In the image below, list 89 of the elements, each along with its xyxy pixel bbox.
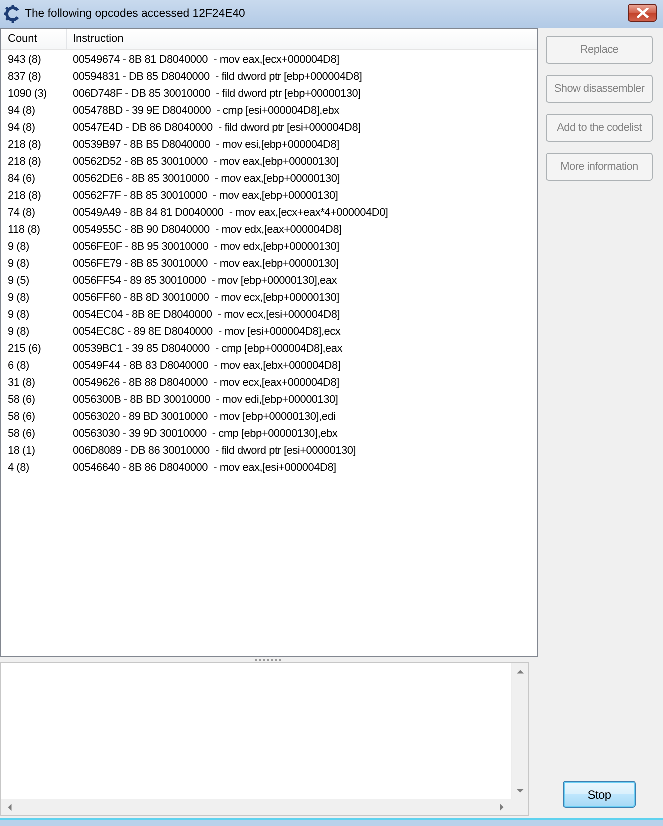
list-row[interactable]: 1090 (3) 006D748F - DB 85 30010000 - fild dword ptr [ebp+00000130] [1, 85, 537, 102]
list-row[interactable]: 84 (6) 00562DE6 - 8B 85 30010000 - mov eax,[ebp+00000130] [1, 170, 537, 187]
instruction-cell-text: 0056300B - 8B BD 30010000 - mov edi,[ebp+00000130] [72, 394, 338, 406]
list-row[interactable]: 837 (8) 00594831 - DB 85 D8040000 - fild dword ptr [ebp+000004D8] [1, 68, 537, 85]
list-row[interactable]: 9 (8) 0056FF60 - 8B 8D 30010000 - mov ecx,[ebp+00000130] [1, 289, 537, 306]
instruction-cell-text: 00594831 - DB 85 D8040000 - fild dword ptr [ebp+000004D8] [72, 70, 362, 82]
instruction-cell-text: 00539B97 - 8B B5 D8040000 - mov esi,[ebp+000004D8] [72, 138, 340, 150]
list-row[interactable]: 94 (8) 00547E4D - DB 86 D8040000 - fild dword ptr [esi+000004D8] [1, 119, 537, 136]
count-cell-text: 18 (1) [7, 444, 36, 456]
count-cell-text: 1090 (3) [7, 88, 48, 100]
right-arrow-icon [500, 804, 504, 810]
count-cell-text: 58 (6) [7, 428, 36, 440]
list-row[interactable]: 118 (8) 0054955C - 8B 90 D8040000 - mov edx,[eax+000004D8] [1, 221, 537, 238]
list-row[interactable]: 9 (8) 0054EC04 - 8B 8E D8040000 - mov ecx,[esi+000004D8] [1, 306, 537, 323]
count-cell-text: 74 (8) [7, 206, 36, 218]
close-icon [636, 8, 648, 18]
count-cell-text: 9 (8) [7, 240, 30, 252]
count-cell-text: 6 (8) [7, 360, 30, 372]
instruction-cell-text: 00562F7F - 8B 85 30010000 - mov eax,[ebp+00000130] [72, 190, 338, 202]
column-header[interactable]: Instruction [67, 29, 124, 49]
column-header[interactable]: Count [1, 29, 67, 49]
list-row[interactable]: 4 (8) 00546640 - 8B 86 D8040000 - mov eax,[esi+000004D8] [1, 459, 537, 476]
count-cell-text: 118 (8) [7, 224, 42, 236]
window-title: The following opcodes accessed 12F24E40 [25, 8, 246, 20]
count-cell-text: 31 (8) [7, 376, 36, 388]
up-arrow-icon [516, 670, 524, 674]
instruction-cell-text: 00539BC1 - 39 85 D8040000 - cmp [ebp+000004D8],eax [72, 342, 342, 354]
count-cell-text: 58 (6) [7, 394, 36, 406]
count-cell-text: 9 (8) [7, 258, 30, 270]
instruction-cell-text: 00549F44 - 8B 83 D8040000 - mov eax,[ebx+000004D8] [72, 360, 341, 372]
instruction-cell-text: 0054EC04 - 8B 8E D8040000 - mov ecx,[esi+000004D8] [72, 308, 340, 320]
left-arrow-icon [8, 804, 12, 810]
instruction-cell-text: 006D748F - DB 85 30010000 - fild dword ptr [ebp+00000130] [72, 88, 361, 100]
list-row[interactable]: 215 (6) 00539BC1 - 39 85 D8040000 - cmp [ebp+000004D8],eax [1, 340, 537, 357]
instruction-cell-text: 00546640 - 8B 86 D8040000 - mov eax,[esi+000004D8] [72, 462, 336, 474]
list-row[interactable]: 218 (8) 00562D52 - 8B 85 30010000 - mov eax,[ebp+00000130] [1, 153, 537, 170]
instruction-cell-text: 0054EC8C - 89 8E D8040000 - mov [esi+000004D8],ecx [72, 326, 341, 338]
count-cell-text: 9 (5) [7, 274, 30, 286]
count-cell-text: 94 (8) [7, 104, 36, 116]
count-cell-text: 4 (8) [7, 462, 30, 474]
instruction-cell-text: 00562D52 - 8B 85 30010000 - mov eax,[ebp+00000130] [72, 156, 339, 168]
instruction-cell-text: 00549674 - 8B 81 D8040000 - mov eax,[ecx+000004D8] [72, 54, 340, 66]
list-row[interactable]: 9 (5) 0056FF54 - 89 85 30010000 - mov [ebp+00000130],eax [1, 272, 537, 289]
count-cell-text: 9 (8) [7, 326, 30, 338]
list-row[interactable]: 943 (8) 00549674 - 8B 81 D8040000 - mov eax,[ecx+000004D8] [1, 51, 537, 68]
list-row[interactable]: 18 (1) 006D8089 - DB 86 30010000 - fild dword ptr [esi+00000130] [1, 442, 537, 459]
count-cell-text: 84 (6) [7, 172, 36, 184]
close-button[interactable] [628, 4, 657, 22]
list-row[interactable]: 218 (8) 00562F7F - 8B 85 30010000 - mov eax,[ebp+00000130] [1, 187, 537, 204]
instruction-cell-text: 005478BD - 39 9E D8040000 - cmp [esi+000004D8],ebx [72, 104, 340, 116]
list-row[interactable]: 218 (8) 00539B97 - 8B B5 D8040000 - mov esi,[ebp+000004D8] [1, 136, 537, 153]
gear-icon [4, 5, 22, 23]
instruction-cell-text: 00563030 - 39 9D 30010000 - cmp [ebp+00000130],ebx [72, 428, 338, 440]
count-cell-text: 218 (8) [7, 190, 42, 202]
instruction-cell-text: 0056FE0F - 8B 95 30010000 - mov edx,[ebp+00000130] [72, 240, 340, 252]
text-field[interactable] [0, 662, 529, 816]
instruction-cell-text: 00562DE6 - 8B 85 30010000 - mov eax,[ebp+00000130] [72, 172, 340, 184]
count-cell-text: 218 (8) [7, 156, 42, 168]
stop-button[interactable]: Stop [563, 781, 636, 808]
vertical-scrollbar[interactable] [511, 663, 528, 799]
list-row[interactable]: 31 (8) 00549626 - 8B 88 D8040000 - mov ecx,[eax+000004D8] [1, 374, 537, 391]
instruction-cell-text: 00549A49 - 8B 84 81 D0040000 - mov eax,[ecx+eax*4+000004D0] [72, 206, 388, 218]
count-cell-text: 58 (6) [7, 410, 36, 422]
list-row[interactable]: 58 (6) 0056300B - 8B BD 30010000 - mov edi,[ebp+00000130] [1, 391, 537, 408]
instruction-cell-text: 0056FF54 - 89 85 30010000 - mov [ebp+00000130],eax [72, 274, 337, 286]
instruction-cell-text: 0054955C - 8B 90 D8040000 - mov edx,[eax+000004D8] [72, 224, 342, 236]
down-arrow-icon [516, 789, 524, 793]
instruction-cell-text: 0056FF60 - 8B 8D 30010000 - mov ecx,[ebp+00000130] [72, 292, 340, 304]
count-cell-text: 218 (8) [7, 138, 42, 150]
count-cell-text: 94 (8) [7, 122, 36, 134]
list-row[interactable]: 9 (8) 0056FE79 - 8B 85 30010000 - mov eax,[ebp+00000130] [1, 255, 537, 272]
instruction-cell-text: 006D8089 - DB 86 30010000 - fild dword ptr [esi+00000130] [72, 444, 356, 456]
count-cell-text: 9 (8) [7, 308, 30, 320]
list-row[interactable]: 74 (8) 00549A49 - 8B 84 81 D0040000 - mov eax,[ecx+eax*4+000004D0] [1, 204, 537, 221]
instruction-cell-text: 00563020 - 89 BD 30010000 - mov [ebp+00000130],edi [72, 410, 336, 422]
count-cell-text: 943 (8) [7, 54, 42, 66]
list-row[interactable]: 58 (6) 00563020 - 89 BD 30010000 - mov [ebp+00000130],edi [1, 408, 537, 425]
list-row[interactable]: 58 (6) 00563030 - 39 9D 30010000 - cmp [ebp+00000130],ebx [1, 425, 537, 442]
instruction-cell-text: 00547E4D - DB 86 D8040000 - fild dword ptr [esi+000004D8] [72, 122, 361, 134]
list-row[interactable]: 6 (8) 00549F44 - 8B 83 D8040000 - mov eax,[ebx+000004D8] [1, 357, 537, 374]
count-cell-text: 215 (6) [7, 342, 42, 354]
instruction-cell-text: 00549626 - 8B 88 D8040000 - mov ecx,[eax+000004D8] [72, 376, 340, 388]
count-cell-text: 837 (8) [7, 70, 42, 82]
list-row[interactable]: 9 (8) 0054EC8C - 89 8E D8040000 - mov [esi+000004D8],ecx [1, 323, 537, 340]
horizontal-scrollbar[interactable] [1, 799, 511, 815]
count-cell-text: 9 (8) [7, 292, 30, 304]
list-row[interactable]: 9 (8) 0056FE0F - 8B 95 30010000 - mov edx,[ebp+00000130] [1, 238, 537, 255]
instruction-cell-text: 0056FE79 - 8B 85 30010000 - mov eax,[ebp+00000130] [72, 258, 339, 270]
list-row[interactable]: 94 (8) 005478BD - 39 9E D8040000 - cmp [esi+000004D8],ebx [1, 102, 537, 119]
